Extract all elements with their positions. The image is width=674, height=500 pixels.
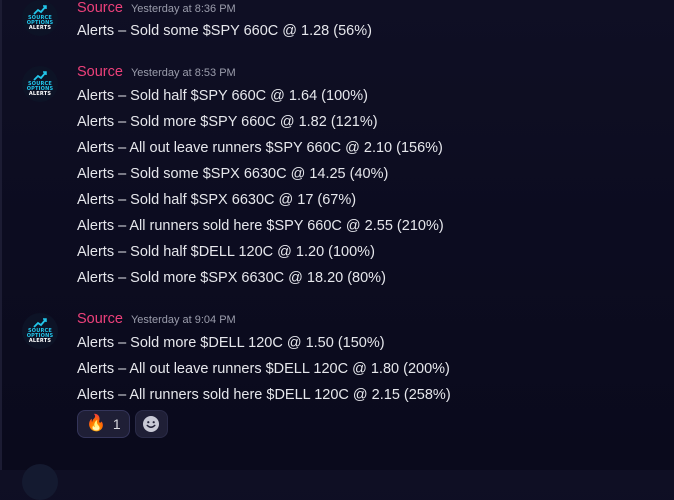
avatar[interactable]: SOURCE OPTIONS ALERTS	[22, 66, 58, 102]
timestamp[interactable]: Yesterday at 8:36 PM	[131, 3, 236, 15]
message-line: Alerts – Sold some $SPY 660C @ 1.28 (56%…	[77, 23, 372, 39]
reaction-fire[interactable]: 🔥 1	[77, 410, 130, 438]
reaction-count: 1	[112, 416, 121, 432]
message-header: Source Yesterday at 8:36 PM	[77, 0, 236, 20]
message-line: Alerts – All out leave runners $SPY 660C…	[77, 140, 443, 156]
trend-arrow-icon	[33, 71, 47, 81]
author-name[interactable]: Source	[77, 0, 123, 16]
message-line: Alerts – Sold half $DELL 120C @ 1.20 (10…	[77, 244, 375, 260]
author-name[interactable]: Source	[77, 64, 123, 80]
author-name[interactable]: Source	[77, 311, 123, 327]
left-rail	[0, 0, 2, 470]
avatar-logo-text: ALERTS	[28, 338, 52, 344]
add-reaction-button[interactable]	[134, 410, 168, 438]
reaction-bar: 🔥 1	[77, 410, 168, 438]
message-line: Alerts – All runners sold here $SPY 660C…	[77, 218, 444, 234]
avatar[interactable]	[22, 464, 58, 500]
avatar-logo-text: ALERTS	[28, 91, 52, 97]
trend-arrow-icon	[33, 318, 47, 328]
message-line: Alerts – Sold half $SPX 6630C @ 17 (67%)	[77, 192, 357, 208]
message-line: Alerts – Sold more $SPX 6630C @ 18.20 (8…	[77, 270, 386, 286]
message-line: Alerts – Sold half $SPY 660C @ 1.64 (100…	[77, 88, 368, 104]
message-line: Alerts – All out leave runners $DELL 120…	[77, 361, 450, 377]
message-line: Alerts – Sold more $SPY 660C @ 1.82 (121…	[77, 114, 378, 130]
smiley-icon	[143, 416, 160, 432]
avatar[interactable]: SOURCE OPTIONS ALERTS	[22, 0, 58, 36]
message-header: Source Yesterday at 9:04 PM	[77, 311, 236, 331]
message-line: Alerts – Sold some $SPX 6630C @ 14.25 (4…	[77, 166, 389, 182]
avatar-logo-text: ALERTS	[28, 25, 52, 31]
message-line: Alerts – Sold more $DELL 120C @ 1.50 (15…	[77, 335, 385, 351]
timestamp[interactable]: Yesterday at 9:04 PM	[131, 314, 236, 326]
fire-icon: 🔥	[86, 415, 106, 432]
trend-arrow-icon	[33, 5, 47, 15]
avatar[interactable]: SOURCE OPTIONS ALERTS	[22, 313, 58, 349]
message-line: Alerts – All runners sold here $DELL 120…	[77, 387, 451, 403]
message-header: Source Yesterday at 8:53 PM	[77, 64, 236, 84]
timestamp[interactable]: Yesterday at 8:53 PM	[131, 67, 236, 79]
